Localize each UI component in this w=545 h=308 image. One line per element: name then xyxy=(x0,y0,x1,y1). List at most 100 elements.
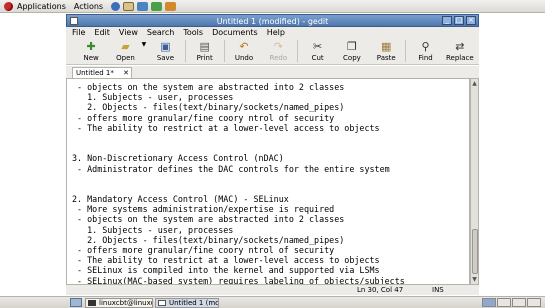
cut-button[interactable]: ✂ Cut xyxy=(302,38,332,65)
workspace-1[interactable] xyxy=(482,298,496,307)
menu-view[interactable]: View xyxy=(119,28,138,37)
toolbar-button-label: Print xyxy=(196,54,213,62)
new-document-icon: ✚ xyxy=(86,40,96,53)
editor-line: - The ability to restrict at a lower-lev… xyxy=(72,255,380,266)
paste-button[interactable]: ▦ Paste xyxy=(371,38,401,65)
taskbar-item-gedit[interactable]: Untitled 1 (modifi xyxy=(155,297,219,308)
paste-icon: ▦ xyxy=(381,40,392,53)
menubar: File Edit View Search Tools Documents He… xyxy=(66,27,479,38)
undo-icon: ↶ xyxy=(239,40,249,53)
print-icon: ▤ xyxy=(199,40,210,53)
office-launcher-icon[interactable] xyxy=(137,1,149,11)
toolbar-button-label: Replace xyxy=(445,54,474,62)
editor-line: - objects on the system are abstracted i… xyxy=(72,82,345,92)
toolbar-separator xyxy=(297,40,299,62)
cursor-position: Ln 30, Col 47 xyxy=(357,286,404,294)
copy-button[interactable]: ❐ Copy xyxy=(337,38,367,65)
menu-edit[interactable]: Edit xyxy=(94,28,110,37)
editor-line: - offers more granular/fine coory ntrol … xyxy=(72,245,335,255)
undo-button[interactable]: ↶ Undo xyxy=(229,38,259,65)
bottom-panel: linuxcbt@linuxcb Untitled 1 (modifi xyxy=(0,296,545,308)
toolbar-button-label: Open xyxy=(116,54,135,62)
save-icon: ▣ xyxy=(160,40,171,53)
window-titlebar[interactable]: Untitled 1 (modified) - gedit _ □ × xyxy=(66,14,479,27)
editor-line: 1. Subjects - user, processes xyxy=(72,224,234,235)
editor-line: - The ability to restrict at a lower-lev… xyxy=(72,122,380,133)
editor-line: - SELinux(MAC-based system) requires lab… xyxy=(72,275,405,285)
gnome-foot-icon[interactable] xyxy=(4,1,13,11)
menu-search[interactable]: Search xyxy=(147,28,174,37)
applications-menu[interactable]: Applications xyxy=(17,2,66,11)
save-button[interactable]: ▣ Save xyxy=(150,38,180,65)
editor-line: 2. Objects - files(text/binary/sockets/n… xyxy=(72,102,345,113)
scroll-up-icon[interactable]: ▲ xyxy=(471,79,478,88)
workspace-3[interactable] xyxy=(512,298,526,307)
terminal-icon xyxy=(88,299,96,306)
editor-line: 2. Mandatory Access Control (MAC) - SELi… xyxy=(72,194,289,205)
close-button[interactable]: × xyxy=(466,16,476,25)
window-menu-icon[interactable] xyxy=(70,17,78,25)
workspace-4[interactable] xyxy=(527,298,541,307)
scrollbar-thumb[interactable] xyxy=(472,229,478,274)
find-icon: ⚲ xyxy=(421,40,430,53)
toolbar-button-label: Undo xyxy=(234,54,254,62)
web-browser-launcher-icon[interactable] xyxy=(111,1,121,11)
tab-label: Untitled 1* xyxy=(76,69,114,77)
editor-line: - offers more granular/fine coory ntrol … xyxy=(72,112,335,123)
copy-icon: ❐ xyxy=(346,40,357,53)
maximize-button[interactable]: □ xyxy=(454,16,464,25)
find-button[interactable]: ⚲ Find xyxy=(410,38,440,65)
cut-icon: ✂ xyxy=(313,40,323,53)
toolbar-button-label: Cut xyxy=(311,54,324,62)
editor-line: 3. Non-Discretionary Access Control (nDA… xyxy=(72,153,284,164)
taskbar-item-label: Untitled 1 (modifi xyxy=(169,298,219,307)
new-button[interactable]: ✚ New xyxy=(76,38,106,65)
window-title: Untitled 1 (modified) - gedit xyxy=(216,17,329,26)
statusbar: Ln 30, Col 47 INS xyxy=(66,285,479,295)
toolbar-button-label: Paste xyxy=(376,54,396,62)
toolbar: ✚ New ▰ Open ▼ ▣ Save ▤ Print ↶ Undo ↷ Redo ✂ Cut ❐ Copy… xyxy=(66,38,479,65)
redo-icon: ↷ xyxy=(273,40,283,53)
replace-button[interactable]: ⇄ Replace xyxy=(445,38,475,65)
workspace-switcher xyxy=(482,298,541,307)
minimize-button[interactable]: _ xyxy=(442,16,452,25)
tab-untitled-1[interactable]: Untitled 1* ✕ xyxy=(72,67,132,78)
menu-documents[interactable]: Documents xyxy=(212,28,258,37)
menu-tools[interactable]: Tools xyxy=(183,28,203,37)
toolbar-button-label: Redo xyxy=(269,54,288,62)
menu-help[interactable]: Help xyxy=(267,28,285,37)
spreadsheet-launcher-icon[interactable] xyxy=(151,1,163,11)
editor-line: - SELinux is compiled into the kernel an… xyxy=(72,265,380,276)
toolbar-separator xyxy=(405,40,407,62)
actions-menu[interactable]: Actions xyxy=(74,2,103,11)
print-button[interactable]: ▤ Print xyxy=(190,38,220,65)
tab-close-icon[interactable]: ✕ xyxy=(123,68,129,78)
mail-launcher-icon[interactable] xyxy=(123,1,135,11)
toolbar-button-label: Save xyxy=(156,54,174,62)
toolbar-separator xyxy=(223,40,225,62)
workspace-2[interactable] xyxy=(497,298,511,307)
gedit-icon xyxy=(158,299,166,306)
editor-line: - objects on the system are abstracted i… xyxy=(72,214,345,225)
editor-line: - Administrator defines the DAC controls… xyxy=(72,163,390,174)
menu-file[interactable]: File xyxy=(72,28,85,37)
toolbar-button-label: Find xyxy=(418,54,433,62)
toolbar-separator xyxy=(184,40,186,62)
open-dropdown-arrow-icon[interactable]: ▼ xyxy=(142,41,147,48)
scroll-down-icon[interactable]: ▼ xyxy=(471,275,478,284)
top-panel: Applications Actions xyxy=(0,0,545,13)
show-desktop-icon[interactable] xyxy=(70,298,82,307)
open-folder-icon: ▰ xyxy=(121,40,130,53)
toolbar-button-label: New xyxy=(83,54,99,62)
text-editor[interactable]: - objects on the system are abstracted i… xyxy=(66,78,470,285)
vertical-scrollbar[interactable]: ▲ ▼ xyxy=(470,78,479,285)
redo-button[interactable]: ↷ Redo xyxy=(263,38,293,65)
taskbar-item-terminal[interactable]: linuxcbt@linuxcb xyxy=(85,297,153,308)
presentation-launcher-icon[interactable] xyxy=(165,1,177,11)
document-tabstrip: Untitled 1* ✕ xyxy=(66,66,479,78)
replace-icon: ⇄ xyxy=(455,40,465,53)
open-button[interactable]: ▰ Open xyxy=(110,38,140,65)
